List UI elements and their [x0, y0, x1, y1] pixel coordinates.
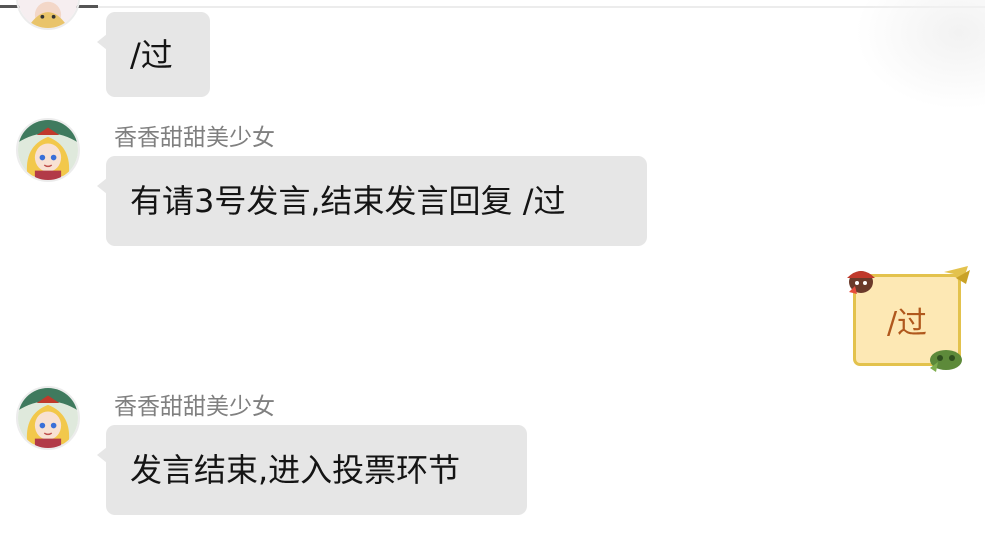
bubble-decoration-icon	[847, 271, 875, 294]
bubble-decoration-icon	[930, 350, 962, 372]
chat-message-list[interactable]: /过 香香甜甜美少女 有请3号发言,结束发言回复 /过 /过 香香甜甜美少女 发…	[0, 0, 985, 538]
message-text: 有请3号发言,结束发言回复 /过	[130, 182, 566, 220]
top-divider	[0, 6, 985, 8]
message-text: /过	[130, 35, 173, 74]
message-bubble[interactable]: 有请3号发言,结束发言回复 /过	[97, 156, 647, 246]
sender-avatar[interactable]	[16, 386, 80, 450]
message-text: /过	[886, 306, 928, 341]
sender-nickname: 香香甜甜美少女	[114, 394, 275, 420]
sender-avatar[interactable]	[16, 118, 80, 182]
sender-avatar[interactable]	[16, 0, 80, 30]
bubble-corner-decoration-icon	[944, 266, 970, 284]
message-bubble[interactable]: /过	[97, 12, 210, 97]
sender-nickname: 香香甜甜美少女	[114, 125, 275, 151]
background-decoration	[855, 0, 985, 110]
message-text: 发言结束,进入投票环节	[130, 451, 461, 489]
message-bubble[interactable]: 发言结束,进入投票环节	[97, 425, 527, 515]
